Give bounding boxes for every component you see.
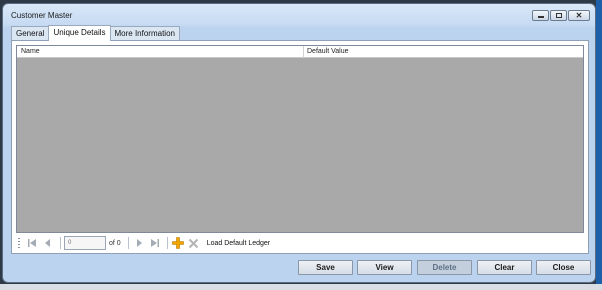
column-divider[interactable]: [303, 46, 304, 58]
tab-panel-unique-details: Name Default Value 0 of 0 Load Default L…: [11, 40, 589, 254]
delete-button[interactable]: Delete: [417, 260, 472, 275]
column-header-default-value[interactable]: Default Value: [307, 48, 349, 55]
desktop-bottom-strip: [0, 284, 602, 290]
last-record-icon[interactable]: [148, 236, 162, 250]
add-icon[interactable]: [171, 236, 185, 250]
view-button[interactable]: View: [357, 260, 412, 275]
navigator-separator: [60, 237, 61, 249]
toolbar-grip[interactable]: [18, 238, 20, 248]
load-default-ledger-button[interactable]: Load Default Ledger: [207, 240, 270, 247]
window-controls: ✕: [532, 10, 590, 21]
customer-master-window: Customer Master ✕ General Unique Details…: [2, 3, 596, 283]
desktop-edge: [596, 0, 602, 290]
tab-more-information[interactable]: More Information: [109, 26, 180, 41]
first-record-icon[interactable]: [25, 236, 39, 250]
record-count-label: of 0: [109, 239, 121, 247]
window-title: Customer Master: [11, 11, 73, 20]
column-header-name[interactable]: Name: [21, 48, 40, 55]
minimize-icon[interactable]: [532, 10, 549, 21]
save-button[interactable]: Save: [298, 260, 353, 275]
grid-header: Name Default Value: [17, 46, 583, 58]
navigator-separator: [127, 237, 129, 249]
title-bar[interactable]: Customer Master ✕: [3, 4, 595, 26]
prev-record-icon[interactable]: [41, 236, 55, 250]
delete-icon[interactable]: [187, 236, 201, 250]
maximize-icon[interactable]: [550, 10, 567, 21]
unique-details-grid[interactable]: Name Default Value: [16, 45, 584, 233]
tab-unique-details[interactable]: Unique Details: [48, 25, 111, 41]
footer-button-bar: Save View Delete Clear Close: [3, 260, 595, 276]
tab-general[interactable]: General: [11, 26, 50, 41]
tab-strip: General Unique Details More Information: [11, 25, 180, 41]
navigator-separator: [166, 237, 168, 249]
clear-button[interactable]: Clear: [477, 260, 532, 275]
next-record-icon[interactable]: [132, 236, 146, 250]
record-navigator: 0 of 0 Load Default Ledger: [16, 235, 584, 251]
current-position-input[interactable]: 0: [64, 236, 106, 250]
close-icon[interactable]: ✕: [568, 10, 590, 21]
close-button[interactable]: Close: [536, 260, 591, 275]
